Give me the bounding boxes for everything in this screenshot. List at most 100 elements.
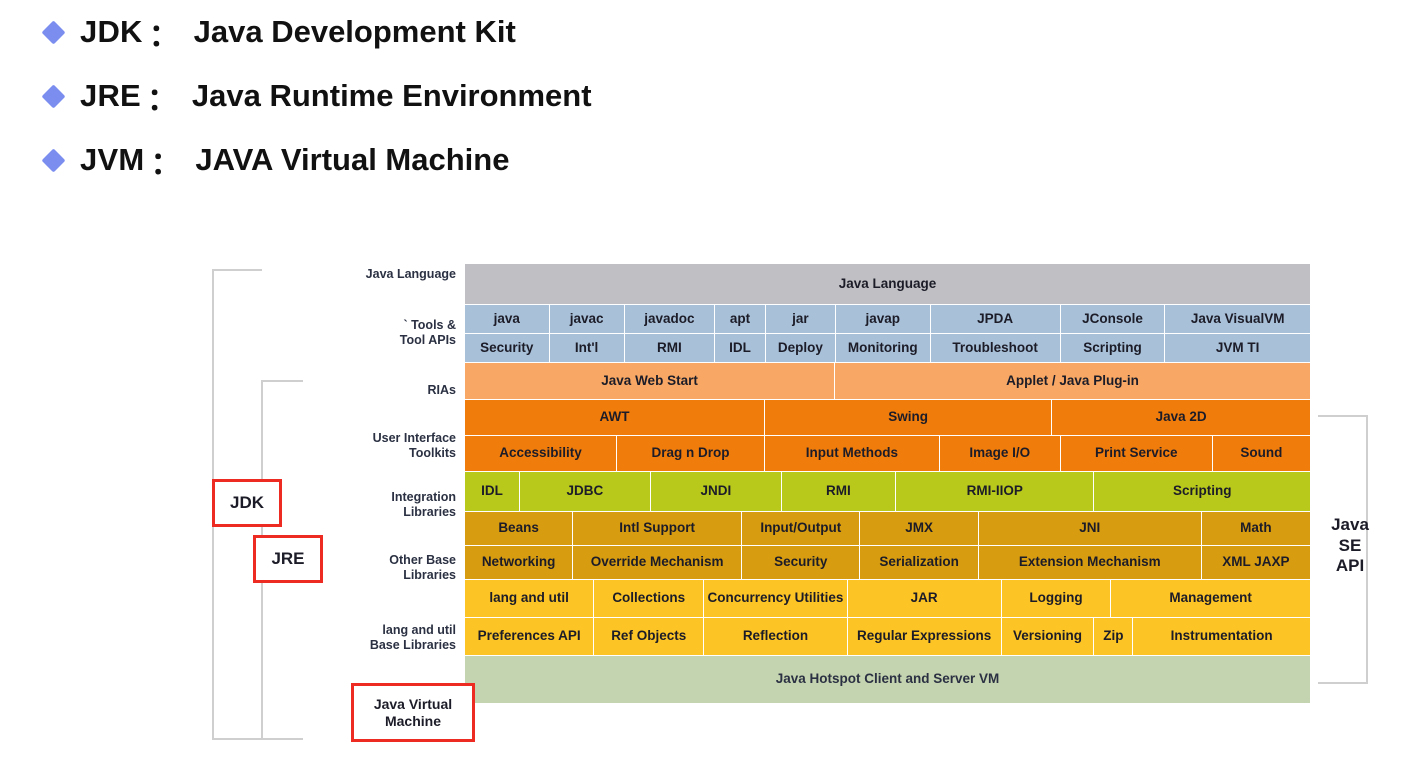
table-cell: Accessibility xyxy=(465,436,618,472)
row-label-line: User Interface xyxy=(372,431,456,445)
table-cell: Applet / Java Plug-in xyxy=(835,363,1310,400)
table-band-other-base-libraries: Beans Intl Support Input/Output JMX JNI Math N… xyxy=(465,512,1310,580)
table-cell: Java Hotspot Client and Server VM xyxy=(465,656,1310,703)
table-cell: lang and util xyxy=(465,580,595,618)
table-cell: JPDA xyxy=(930,305,1061,334)
table-cell: javadoc xyxy=(624,305,716,334)
java-se-api-label: Java SE API xyxy=(1322,515,1378,577)
row-label-line: Libraries xyxy=(403,567,456,582)
row-label-rias: RIAs xyxy=(315,383,465,398)
row-label-other-base-libraries: Other Base Libraries xyxy=(315,553,465,583)
bullet-separator: ： xyxy=(150,145,182,181)
table-cell: JDBC xyxy=(519,472,651,512)
table-band-java-hotspot: Java Hotspot Client and Server VM xyxy=(465,656,1310,703)
table-cell: Ref Objects xyxy=(594,618,705,656)
row-label-line: Integration xyxy=(391,490,456,504)
table-cell: IDL xyxy=(715,334,766,363)
table-row: lang and util Collections Concurrency Util… xyxy=(465,580,1310,618)
table-cell: JMX xyxy=(860,512,979,546)
table-cell: Regular Expressions xyxy=(847,618,1002,656)
bullet-key: JVM xyxy=(80,142,145,177)
table-cell: Override Mechanism xyxy=(573,546,743,580)
jvm-highlight-line2: Machine xyxy=(384,712,441,729)
table-cell: javap xyxy=(835,305,931,334)
row-label-integration-libraries: Integration Libraries xyxy=(315,490,465,520)
jvm-highlight-line1: Java Virtual xyxy=(373,696,453,713)
table-cell: Monitoring xyxy=(835,334,931,363)
row-label-lang-and-util-base-libraries: lang and util Base Libraries xyxy=(315,623,465,653)
table-band-rias: Java Web Start Applet / Java Plug-in xyxy=(465,363,1310,400)
table-cell: RMI xyxy=(624,334,716,363)
table-cell: Swing xyxy=(764,400,1053,436)
table-cell: RMI-IIOP xyxy=(895,472,1095,512)
java-platform-table: Java Language java javac javadoc apt jar javap… xyxy=(465,264,1310,703)
table-cell: XML JAXP xyxy=(1201,546,1310,580)
bullet-item-jvm: JVM： JAVA Virtual Machine xyxy=(0,128,1427,192)
row-label-line: Other Base xyxy=(389,553,456,567)
row-label-line: RIAs xyxy=(427,383,456,397)
bullet-item-jre: JRE： Java Runtime Environment xyxy=(0,64,1427,128)
row-label-tools-and-tool-apis: ` Tools & Tool APIs xyxy=(315,318,465,348)
table-cell: JNI xyxy=(978,512,1202,546)
table-band-tools-and-tool-apis: java javac javadoc apt jar javap JPDA JConsole J… xyxy=(465,305,1310,363)
table-row: Java Web Start Applet / Java Plug-in xyxy=(465,363,1310,400)
row-label-line: ` Tools & xyxy=(403,318,456,332)
table-cell: IDL xyxy=(465,472,520,512)
bullet-list: JDK： Java Development Kit JRE： Java Runtime… xyxy=(0,0,1427,192)
table-cell: Logging xyxy=(1001,580,1112,618)
table-row: Java Hotspot Client and Server VM xyxy=(465,656,1310,703)
table-cell: JConsole xyxy=(1060,305,1166,334)
table-cell: Int'l xyxy=(549,334,625,363)
table-cell: Serialization xyxy=(860,546,979,580)
table-cell: Troubleshoot xyxy=(930,334,1061,363)
table-row: Accessibility Drag n Drop Input Methods Ima… xyxy=(465,436,1310,472)
table-cell: Input/Output xyxy=(742,512,861,546)
table-cell: Java VisualVM xyxy=(1165,305,1310,334)
table-cell: Deploy xyxy=(765,334,836,363)
table-band-java-language: Java Language xyxy=(465,264,1310,305)
row-label-line: Toolkits xyxy=(409,445,456,460)
table-cell: Math xyxy=(1201,512,1310,546)
table-cell: Extension Mechanism xyxy=(978,546,1202,580)
table-cell: java xyxy=(465,305,550,334)
table-cell: Concurrency Utilities xyxy=(704,580,848,618)
diamond-bullet-icon xyxy=(41,83,66,109)
diamond-bullet-icon xyxy=(41,147,66,173)
jre-highlight-box: JRE xyxy=(253,535,323,583)
bullet-key: JDK xyxy=(80,14,143,49)
table-cell: apt xyxy=(715,305,766,334)
row-label-line: Java Language xyxy=(365,267,456,281)
table-cell: Java Language xyxy=(465,264,1310,305)
table-row: java javac javadoc apt jar javap JPDA JConsole J… xyxy=(465,305,1310,334)
table-cell: Java Web Start xyxy=(465,363,836,400)
bullet-value: JAVA Virtual Machine xyxy=(195,142,510,177)
table-cell: AWT xyxy=(465,400,765,436)
table-cell: JNDI xyxy=(650,472,782,512)
table-row: IDL JDBC JNDI RMI RMI-IIOP Scripting xyxy=(465,472,1310,512)
table-cell: JVM TI xyxy=(1165,334,1310,363)
table-cell: Zip xyxy=(1094,618,1134,656)
table-cell: Reflection xyxy=(704,618,848,656)
jvm-highlight-box: Java Virtual Machine xyxy=(351,683,475,742)
table-cell: Image I/O xyxy=(939,436,1061,472)
bullet-key: JRE xyxy=(80,78,141,113)
bullet-separator: ： xyxy=(148,17,180,53)
table-row: Preferences API Ref Objects Reflection Regu… xyxy=(465,618,1310,656)
table-cell: Versioning xyxy=(1001,618,1095,656)
jdk-highlight-box: JDK xyxy=(212,479,282,527)
table-row: Java Language xyxy=(465,264,1310,305)
table-cell: Networking xyxy=(465,546,574,580)
table-cell: Preferences API xyxy=(465,618,595,656)
java-platform-diagram: JDK JRE Java Virtual Machine Java SE API… xyxy=(0,250,1427,750)
table-cell: Security xyxy=(465,334,550,363)
java-se-api-line3: API xyxy=(1335,556,1365,576)
table-cell: javac xyxy=(549,305,625,334)
table-cell: Scripting xyxy=(1094,472,1310,512)
row-label-line: Tool APIs xyxy=(399,332,456,347)
table-cell: Instrumentation xyxy=(1133,618,1310,656)
table-cell: Scripting xyxy=(1060,334,1166,363)
table-cell: Intl Support xyxy=(573,512,743,546)
table-cell: jar xyxy=(765,305,836,334)
table-band-integration-libraries: IDL JDBC JNDI RMI RMI-IIOP Scripting xyxy=(465,472,1310,512)
table-cell: Java 2D xyxy=(1052,400,1310,436)
